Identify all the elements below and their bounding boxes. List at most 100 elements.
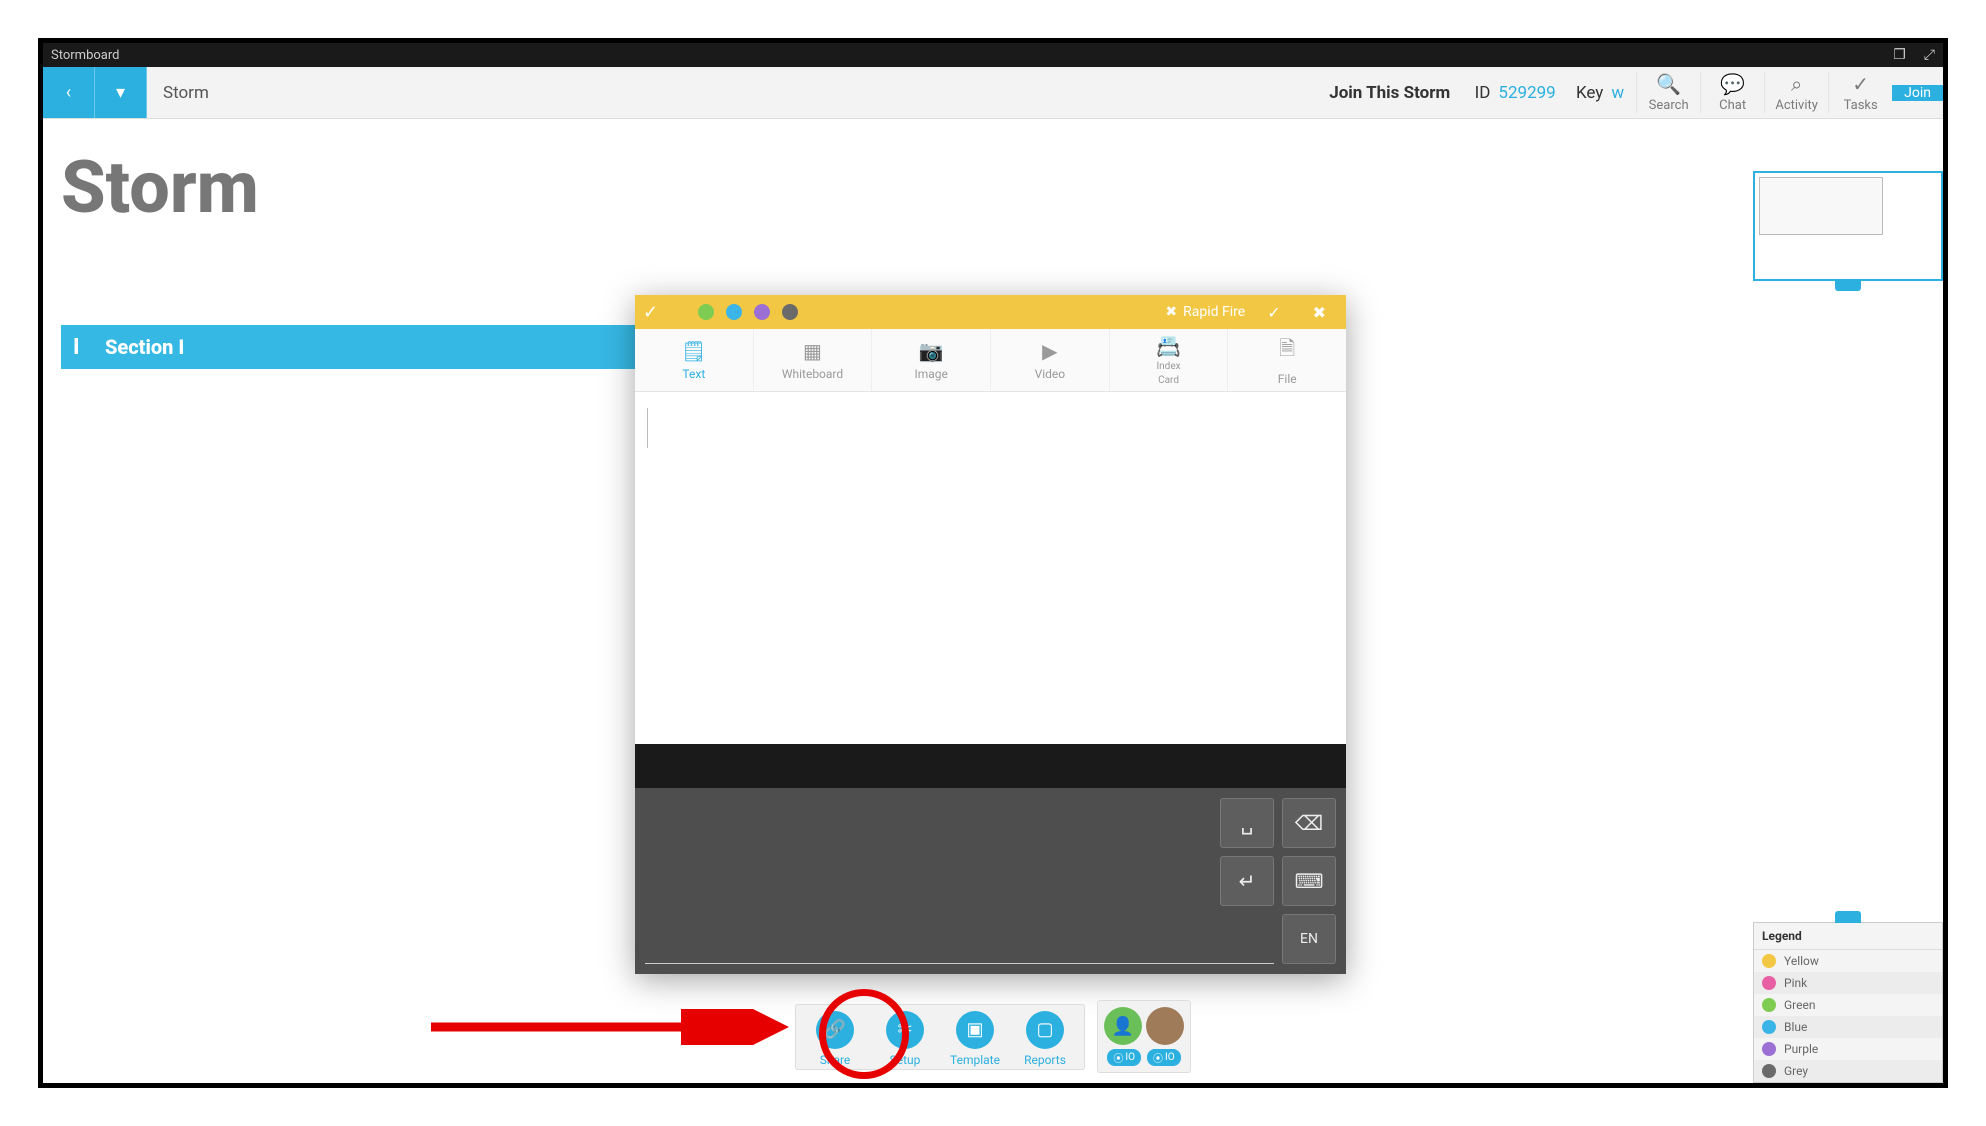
editor-tabs: 🗒Text ▦Whiteboard 📷Image ▶Video 📇IndexCa… (635, 329, 1346, 392)
restore-icon[interactable]: ❐ (1893, 47, 1906, 63)
text-icon: 🗒 (681, 339, 706, 363)
legend-panel[interactable]: Legend Yellow Pink Green Blue Purple Grey (1753, 922, 1943, 1083)
color-blue[interactable] (726, 304, 742, 320)
dock-actions: 🔗 Share ✂ Setup ▣ Template ▢ Reports (795, 1004, 1085, 1070)
select-icon[interactable]: ✓ (643, 302, 658, 323)
minimap[interactable] (1753, 171, 1943, 281)
page-title: Storm (61, 145, 259, 230)
legend-dot (1762, 1064, 1776, 1078)
editor-suggestion-bar (635, 744, 1346, 788)
color-purple[interactable] (754, 304, 770, 320)
legend-dot (1762, 954, 1776, 968)
reports-icon: ▢ (1026, 1011, 1064, 1049)
join-info: Join This Storm ID 529299 Key w (1329, 83, 1636, 103)
fullscreen-icon[interactable]: ⤢ (1924, 47, 1935, 63)
legend-item[interactable]: Grey (1754, 1060, 1942, 1082)
search-icon: 🔍 (1656, 72, 1681, 96)
search-button[interactable]: 🔍 Search (1636, 72, 1700, 113)
counter-2: ⦿ IO (1147, 1049, 1181, 1066)
tab-text[interactable]: 🗒Text (635, 329, 754, 391)
color-green[interactable] (698, 304, 714, 320)
onscreen-keyboard: ␣ ⌫ ↵ ⌨ EN (635, 788, 1346, 974)
join-button[interactable]: Join (1892, 85, 1943, 101)
space-key[interactable]: ␣ (1220, 798, 1274, 848)
legend-dot (1762, 976, 1776, 990)
setup-button[interactable]: ✂ Setup (874, 1011, 936, 1067)
color-pink[interactable] (670, 304, 686, 320)
dock-people[interactable]: 👤 ⦿ IO ⦿ IO (1097, 1000, 1191, 1073)
rapid-fire-toggle[interactable]: ✖ Rapid Fire (1165, 304, 1245, 320)
confirm-button[interactable]: ✓ (1257, 303, 1290, 322)
minimap-handle[interactable] (1835, 279, 1861, 291)
editor-toolbar: ✓ ✖ Rapid Fire ✓ ✖ (635, 295, 1346, 329)
backspace-key[interactable]: ⌫ (1282, 798, 1336, 848)
template-button[interactable]: ▣ Template (944, 1011, 1006, 1067)
image-icon: 📷 (919, 339, 944, 363)
keyboard-toggle-key[interactable]: ⌨ (1282, 856, 1336, 906)
whiteboard-icon: ▦ (803, 339, 822, 363)
legend-title: Legend (1754, 923, 1942, 950)
topbar: ‹ ▾ Storm Join This Storm ID 529299 Key … (43, 67, 1943, 119)
legend-handle[interactable] (1835, 911, 1861, 923)
breadcrumb[interactable]: Storm (147, 67, 225, 118)
id-value[interactable]: 529299 (1498, 83, 1555, 103)
tab-image[interactable]: 📷Image (872, 329, 991, 391)
chat-icon: 💬 (1720, 72, 1745, 96)
canvas[interactable]: Storm I Section I ✓ ✖ Rapid Fire ✓ ✖ (43, 119, 1943, 1083)
legend-label: Blue (1784, 1020, 1807, 1034)
legend-dot (1762, 1020, 1776, 1034)
key-label: Key (1576, 83, 1603, 103)
avatar[interactable] (1146, 1007, 1184, 1045)
close-button[interactable]: ✖ (1303, 303, 1336, 322)
tasks-icon: ✓ (1852, 72, 1869, 96)
tab-video[interactable]: ▶Video (991, 329, 1110, 391)
legend-label: Purple (1784, 1042, 1818, 1056)
share-icon: 🔗 (816, 1011, 854, 1049)
join-this-storm-label[interactable]: Join This Storm (1329, 83, 1450, 103)
legend-item[interactable]: Yellow (1754, 950, 1942, 972)
window-titlebar: Stormboard ❐ ⤢ (43, 43, 1943, 67)
language-key[interactable]: EN (1282, 914, 1336, 964)
editor-textarea[interactable] (635, 392, 1346, 744)
indexcard-icon: 📇 (1156, 334, 1181, 358)
legend-label: Grey (1784, 1064, 1808, 1078)
enter-key[interactable]: ↵ (1220, 856, 1274, 906)
color-grey[interactable] (782, 304, 798, 320)
tab-whiteboard[interactable]: ▦Whiteboard (754, 329, 873, 391)
back-button[interactable]: ‹ (43, 67, 95, 118)
id-label: ID (1475, 83, 1491, 103)
legend-label: Yellow (1784, 954, 1819, 968)
tab-file[interactable]: 🗎File (1228, 329, 1346, 391)
template-icon: ▣ (956, 1011, 994, 1049)
legend-label: Green (1784, 998, 1815, 1012)
counter-1: ⦿ IO (1107, 1049, 1141, 1066)
legend-label: Pink (1784, 976, 1807, 990)
legend-item[interactable]: Green (1754, 994, 1942, 1016)
chat-button[interactable]: 💬 Chat (1700, 72, 1764, 113)
presence-icon: 👤 (1104, 1007, 1142, 1045)
section-number: I (73, 335, 83, 360)
sticky-editor: ✓ ✖ Rapid Fire ✓ ✖ 🗒Text ▦Whiteboard 📷Im… (635, 295, 1346, 974)
key-value[interactable]: w (1611, 83, 1624, 103)
section-label: Section I (105, 335, 184, 359)
tasks-button[interactable]: ✓ Tasks (1828, 72, 1892, 113)
minimap-viewport[interactable] (1759, 177, 1883, 235)
activity-button[interactable]: ⌕ Activity (1764, 72, 1828, 113)
text-cursor (647, 408, 648, 448)
video-icon: ▶ (1042, 339, 1057, 363)
annotation-arrow (431, 1009, 791, 1045)
file-icon: 🗎 (1279, 334, 1295, 368)
reports-button[interactable]: ▢ Reports (1014, 1011, 1076, 1067)
bottom-dock: 🔗 Share ✂ Setup ▣ Template ▢ Reports (795, 1000, 1191, 1073)
dropdown-button[interactable]: ▾ (95, 67, 147, 118)
setup-icon: ✂ (886, 1011, 924, 1049)
legend-dot (1762, 998, 1776, 1012)
legend-item[interactable]: Pink (1754, 972, 1942, 994)
legend-item[interactable]: Blue (1754, 1016, 1942, 1038)
tab-index-card[interactable]: 📇IndexCard (1110, 329, 1229, 391)
activity-icon: ⌕ (1791, 72, 1802, 96)
app-name: Stormboard (51, 48, 119, 63)
legend-item[interactable]: Purple (1754, 1038, 1942, 1060)
share-button[interactable]: 🔗 Share (804, 1011, 866, 1067)
keyboard-input-line[interactable] (645, 928, 1274, 964)
